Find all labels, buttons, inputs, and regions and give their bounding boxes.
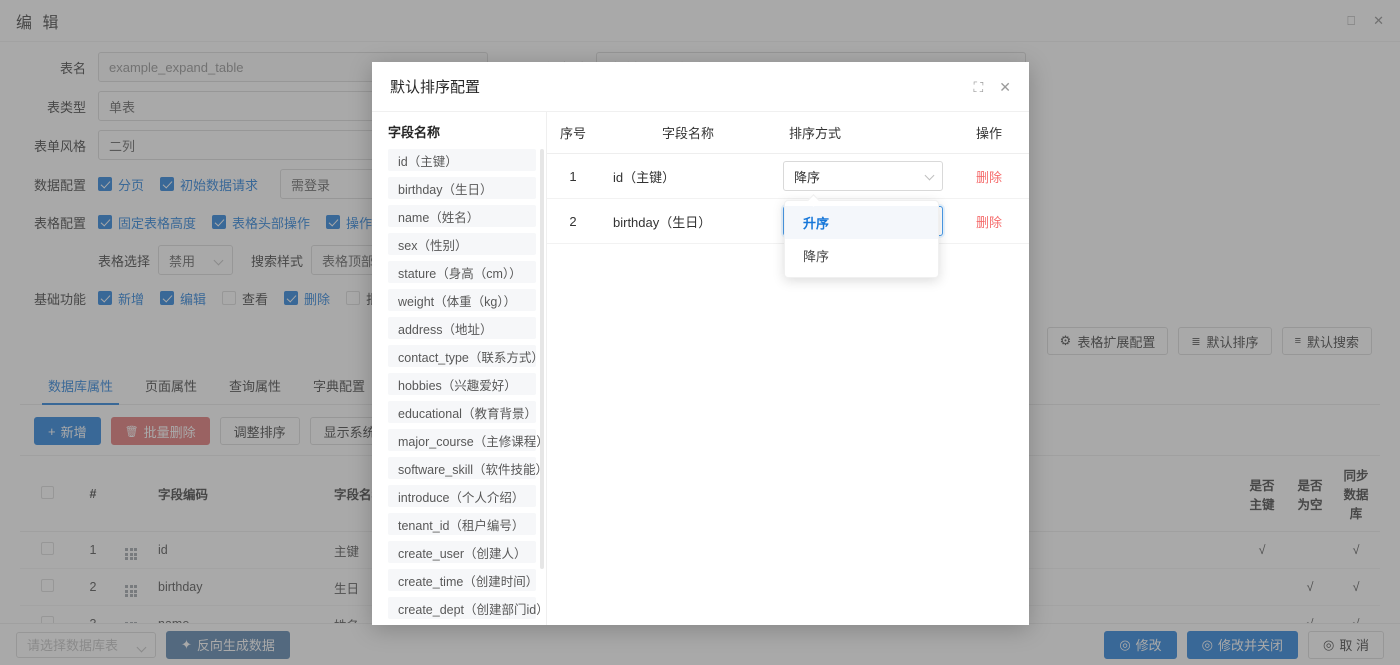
expand-icon[interactable]: ⛶: [973, 80, 983, 94]
modal-body: 字段名称 id（主键）birthday（生日）name（姓名）sex（性别）st…: [372, 112, 1029, 625]
field-list-scrollbar[interactable]: [540, 149, 544, 569]
close-icon[interactable]: ✕: [999, 80, 1011, 94]
sort-table-row: 1id（主键） 降序 删除: [547, 154, 1029, 199]
sort-order-dropdown: 升序 降序: [784, 200, 939, 278]
sort-table-header: 序号 字段名称 排序方式 操作: [547, 112, 1029, 154]
dropdown-option-descending[interactable]: 降序: [785, 239, 938, 272]
sort-row-field: birthday（生日）: [599, 199, 777, 244]
sort-col-action: 操作: [949, 112, 1029, 154]
field-list-item[interactable]: id（主键）: [388, 149, 536, 171]
field-list-item[interactable]: tenant_id（租户编号）: [388, 513, 536, 535]
delete-link[interactable]: 删除: [976, 215, 1002, 230]
field-list-item[interactable]: weight（体重（kg））: [388, 289, 536, 311]
field-pane-title: 字段名称: [388, 122, 546, 141]
field-list-item[interactable]: birthday（生日）: [388, 177, 536, 199]
field-list-item[interactable]: create_time（创建时间）: [388, 569, 536, 591]
field-list-item[interactable]: software_skill（软件技能）: [388, 457, 536, 479]
field-list-item[interactable]: create_dept（创建部门id）: [388, 597, 536, 619]
field-list-item[interactable]: create_user（创建人）: [388, 541, 536, 563]
default-sort-config-modal: 默认排序配置 ⛶ ✕ 字段名称 id（主键）birthday（生日）name（姓…: [372, 62, 1029, 625]
field-list-item[interactable]: address（地址）: [388, 317, 536, 339]
modal-controls: ⛶ ✕: [973, 80, 1011, 94]
field-list-item[interactable]: introduce（个人介绍）: [388, 485, 536, 507]
sort-col-index: 序号: [547, 112, 599, 154]
sort-row-index: 2: [547, 199, 599, 244]
sort-order-value: 降序: [794, 167, 820, 186]
field-list-item[interactable]: stature（身高（cm））: [388, 261, 536, 283]
field-list-pane: 字段名称 id（主键） birthday（生日） name（姓名） sex（性别） st…: [372, 112, 547, 625]
field-list[interactable]: id（主键） birthday（生日） name（姓名） sex（性别） stature…: [388, 149, 546, 625]
delete-link[interactable]: 删除: [976, 170, 1002, 185]
sort-row-index: 1: [547, 154, 599, 199]
field-list-item[interactable]: name（姓名）: [388, 205, 536, 227]
sort-row-action-cell: 删除: [949, 199, 1029, 244]
sort-config-pane: 序号 字段名称 排序方式 操作 1id（主键）降序删除2birthday（生日）…: [547, 112, 1029, 625]
field-list-item[interactable]: major_course（主修课程）: [388, 429, 536, 451]
sort-row-field: id（主键）: [599, 154, 777, 199]
field-list-item[interactable]: educational（教育背景）: [388, 401, 536, 423]
field-list-item[interactable]: contact_type（联系方式）: [388, 345, 536, 367]
sort-row-action-cell: 删除: [949, 154, 1029, 199]
field-list-item[interactable]: hobbies（兴趣爱好）: [388, 373, 536, 395]
modal-header: 默认排序配置 ⛶ ✕: [372, 62, 1029, 112]
field-list-item[interactable]: sex（性别）: [388, 233, 536, 255]
sort-col-field: 字段名称: [599, 112, 777, 154]
sort-order-select[interactable]: 降序: [783, 161, 943, 191]
chevron-down-icon: [925, 171, 935, 181]
dropdown-option-ascending[interactable]: 升序: [785, 206, 938, 239]
modal-title: 默认排序配置: [390, 76, 480, 97]
sort-row-order-cell: 降序: [777, 154, 949, 199]
sort-col-order: 排序方式: [777, 112, 949, 154]
